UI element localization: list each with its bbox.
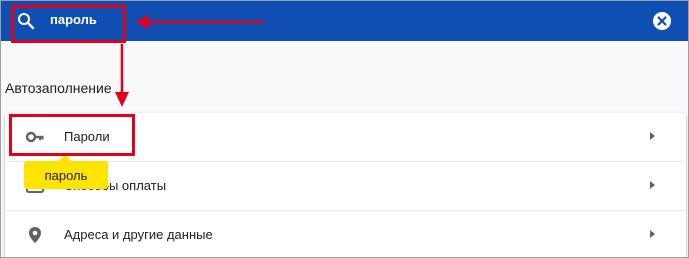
search-match-tooltip: пароль bbox=[24, 161, 108, 189]
annotation-box-search bbox=[11, 5, 126, 43]
close-icon bbox=[657, 16, 667, 26]
tooltip-text: пароль bbox=[44, 168, 88, 183]
settings-window: пароль Автозаполнение Пароли Способы опл… bbox=[0, 0, 689, 258]
list-item-label: Адреса и другие данные bbox=[64, 227, 213, 242]
list-item-addresses[interactable]: Адреса и другие данные bbox=[5, 211, 686, 257]
chevron-right-icon bbox=[650, 181, 655, 189]
chevron-right-icon bbox=[650, 230, 655, 238]
section-title: Автозаполнение bbox=[5, 80, 112, 96]
clear-search-button[interactable] bbox=[653, 12, 671, 30]
location-pin-icon bbox=[25, 225, 45, 245]
annotation-box-passwords bbox=[9, 114, 135, 156]
chevron-right-icon bbox=[650, 132, 655, 140]
